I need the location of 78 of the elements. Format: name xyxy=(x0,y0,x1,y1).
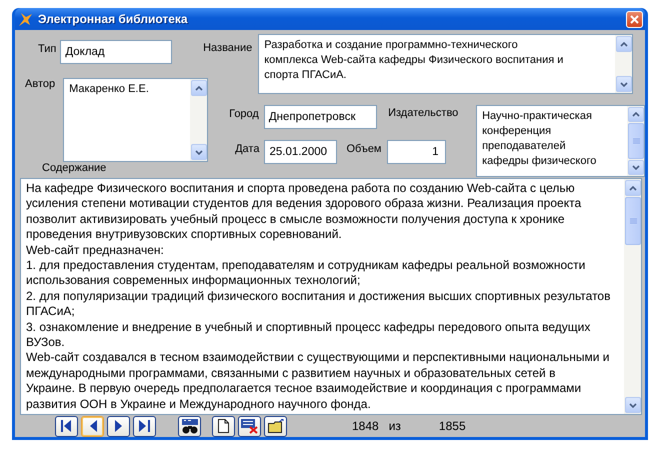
scroll-down-button[interactable] xyxy=(191,144,208,160)
field-label: Объем xyxy=(346,142,382,155)
document-icon xyxy=(218,419,229,433)
publisher-line: Научно-практическая xyxy=(482,109,593,124)
publisher-field[interactable]: Научно-практическая конференция преподавателей кафедры физического xyxy=(476,105,646,177)
author-field[interactable]: Макаренко Е.Е. xyxy=(63,78,208,162)
app-icon xyxy=(18,12,33,26)
scrollbar[interactable] xyxy=(190,79,208,161)
record-separator: из xyxy=(388,419,401,433)
scroll-down-button[interactable] xyxy=(625,397,641,413)
field-label: Издательство xyxy=(388,106,458,121)
content-line: позволит активизировать учебный процесс в смысле возможности получения доступа к хронике xyxy=(26,212,566,228)
toolbar-button[interactable] xyxy=(238,416,261,436)
publisher-line: кафедры физического xyxy=(482,154,598,169)
binoculars-icon xyxy=(182,418,198,434)
scroll-thumb[interactable] xyxy=(628,123,644,159)
content-line: Украине. В первую очередь предполагается тесное взаимодействие и координация с программами xyxy=(26,381,582,397)
type-field[interactable]: Доклад xyxy=(60,40,172,64)
content-line: усиления степени мотивации студентов для ведения здорового образа жизни. Реализация проекта xyxy=(26,196,582,212)
content-field[interactable] xyxy=(20,178,642,415)
title-line: комплекса Web-сайта кафедры Физического воспитания и xyxy=(264,53,564,68)
content-line: 2. для популяризации традиций физического воспитания и достижения высших спортивных результатов xyxy=(26,288,612,304)
date-field[interactable]: 25.01.2000 xyxy=(264,140,338,164)
field-label: Название xyxy=(203,41,252,54)
navigation-button[interactable] xyxy=(55,416,78,436)
scroll-down-button[interactable] xyxy=(616,76,632,92)
close-icon xyxy=(630,14,639,24)
grip-icon xyxy=(632,138,640,144)
volume-field[interactable]: 1 xyxy=(386,140,446,164)
triangle-right-icon xyxy=(114,420,122,432)
scroll-up-button[interactable] xyxy=(625,180,641,196)
toolbar-button[interactable] xyxy=(212,416,235,436)
scroll-up-button[interactable] xyxy=(628,107,644,122)
title-field[interactable]: Разработка и создание программно-технического комплекса Web-сайта кафедры Физического воспитания и спорта ПГАСиА. xyxy=(258,34,634,94)
city-field[interactable]: Днепропетровск xyxy=(264,105,377,129)
publisher-line: преподавателей xyxy=(482,139,567,154)
scroll-up-button[interactable] xyxy=(616,36,632,52)
scroll-down-button[interactable] xyxy=(628,160,644,175)
folder-icon xyxy=(268,419,284,433)
content-line: ПГАСиА; xyxy=(26,304,76,320)
window-title: Электронная библиотека xyxy=(38,12,189,26)
scrollbar[interactable] xyxy=(624,179,641,414)
content-line: На кафедре Физического воспитания и спорта проведена работа по созданию Web-сайта с целью xyxy=(26,181,576,196)
title-line: Разработка и создание программно-технического xyxy=(264,38,519,53)
toolbar-button[interactable] xyxy=(264,416,287,436)
content-line: Web-сайт создавался в тесном взаимодействии с существующими и перспективными национальными и xyxy=(26,350,611,366)
scrollbar[interactable] xyxy=(627,106,644,176)
content-line: 3. ознакомление и внедрение в учебный и спортивный процесс кафедры передового опыта ведущих xyxy=(26,320,592,336)
record-number: 1848 xyxy=(352,419,379,433)
toolbar-button[interactable] xyxy=(178,416,201,436)
content-line: международными программами, связанными с развитием научных и образовательных сетей в xyxy=(26,366,556,382)
navigation-button[interactable] xyxy=(133,416,156,436)
close-button[interactable] xyxy=(626,10,643,28)
field-label: Содержание xyxy=(42,162,106,174)
scroll-thumb[interactable] xyxy=(625,197,641,245)
content-line: использования современных информационных технологий; xyxy=(26,273,362,289)
publisher-line: конференция xyxy=(482,124,552,139)
delete-record-icon xyxy=(241,418,258,434)
scroll-up-button[interactable] xyxy=(191,80,208,96)
skip-forward-icon xyxy=(139,420,150,432)
content-line: развития ООН в Украине и Международного научного фонда. xyxy=(26,396,372,412)
triangle-left-icon xyxy=(88,420,96,432)
field-label: Город xyxy=(229,107,259,120)
field-label: Автор xyxy=(25,78,56,90)
navigation-button[interactable] xyxy=(107,416,130,436)
content-line: проведения внутривузовских спортивных соревнований. xyxy=(26,227,343,243)
field-label: Тип xyxy=(38,42,56,55)
content-line: 1. для предоставления студентам, преподавателям и сотрудникам кафедры реальной возможности xyxy=(26,258,586,274)
content-line: ВУЗов. xyxy=(26,335,66,350)
content-line: Web-сайт предназначен: xyxy=(26,242,165,258)
author-line: Макаренко Е.Е. xyxy=(69,82,150,97)
title-line: спорта ПГАСиА. xyxy=(264,68,348,83)
skip-back-icon xyxy=(61,420,72,432)
record-total: 1855 xyxy=(438,419,466,433)
scrollbar[interactable] xyxy=(615,35,632,93)
navigation-button[interactable] xyxy=(81,416,104,436)
field-label: Дата xyxy=(235,142,260,155)
grip-icon xyxy=(630,218,636,224)
